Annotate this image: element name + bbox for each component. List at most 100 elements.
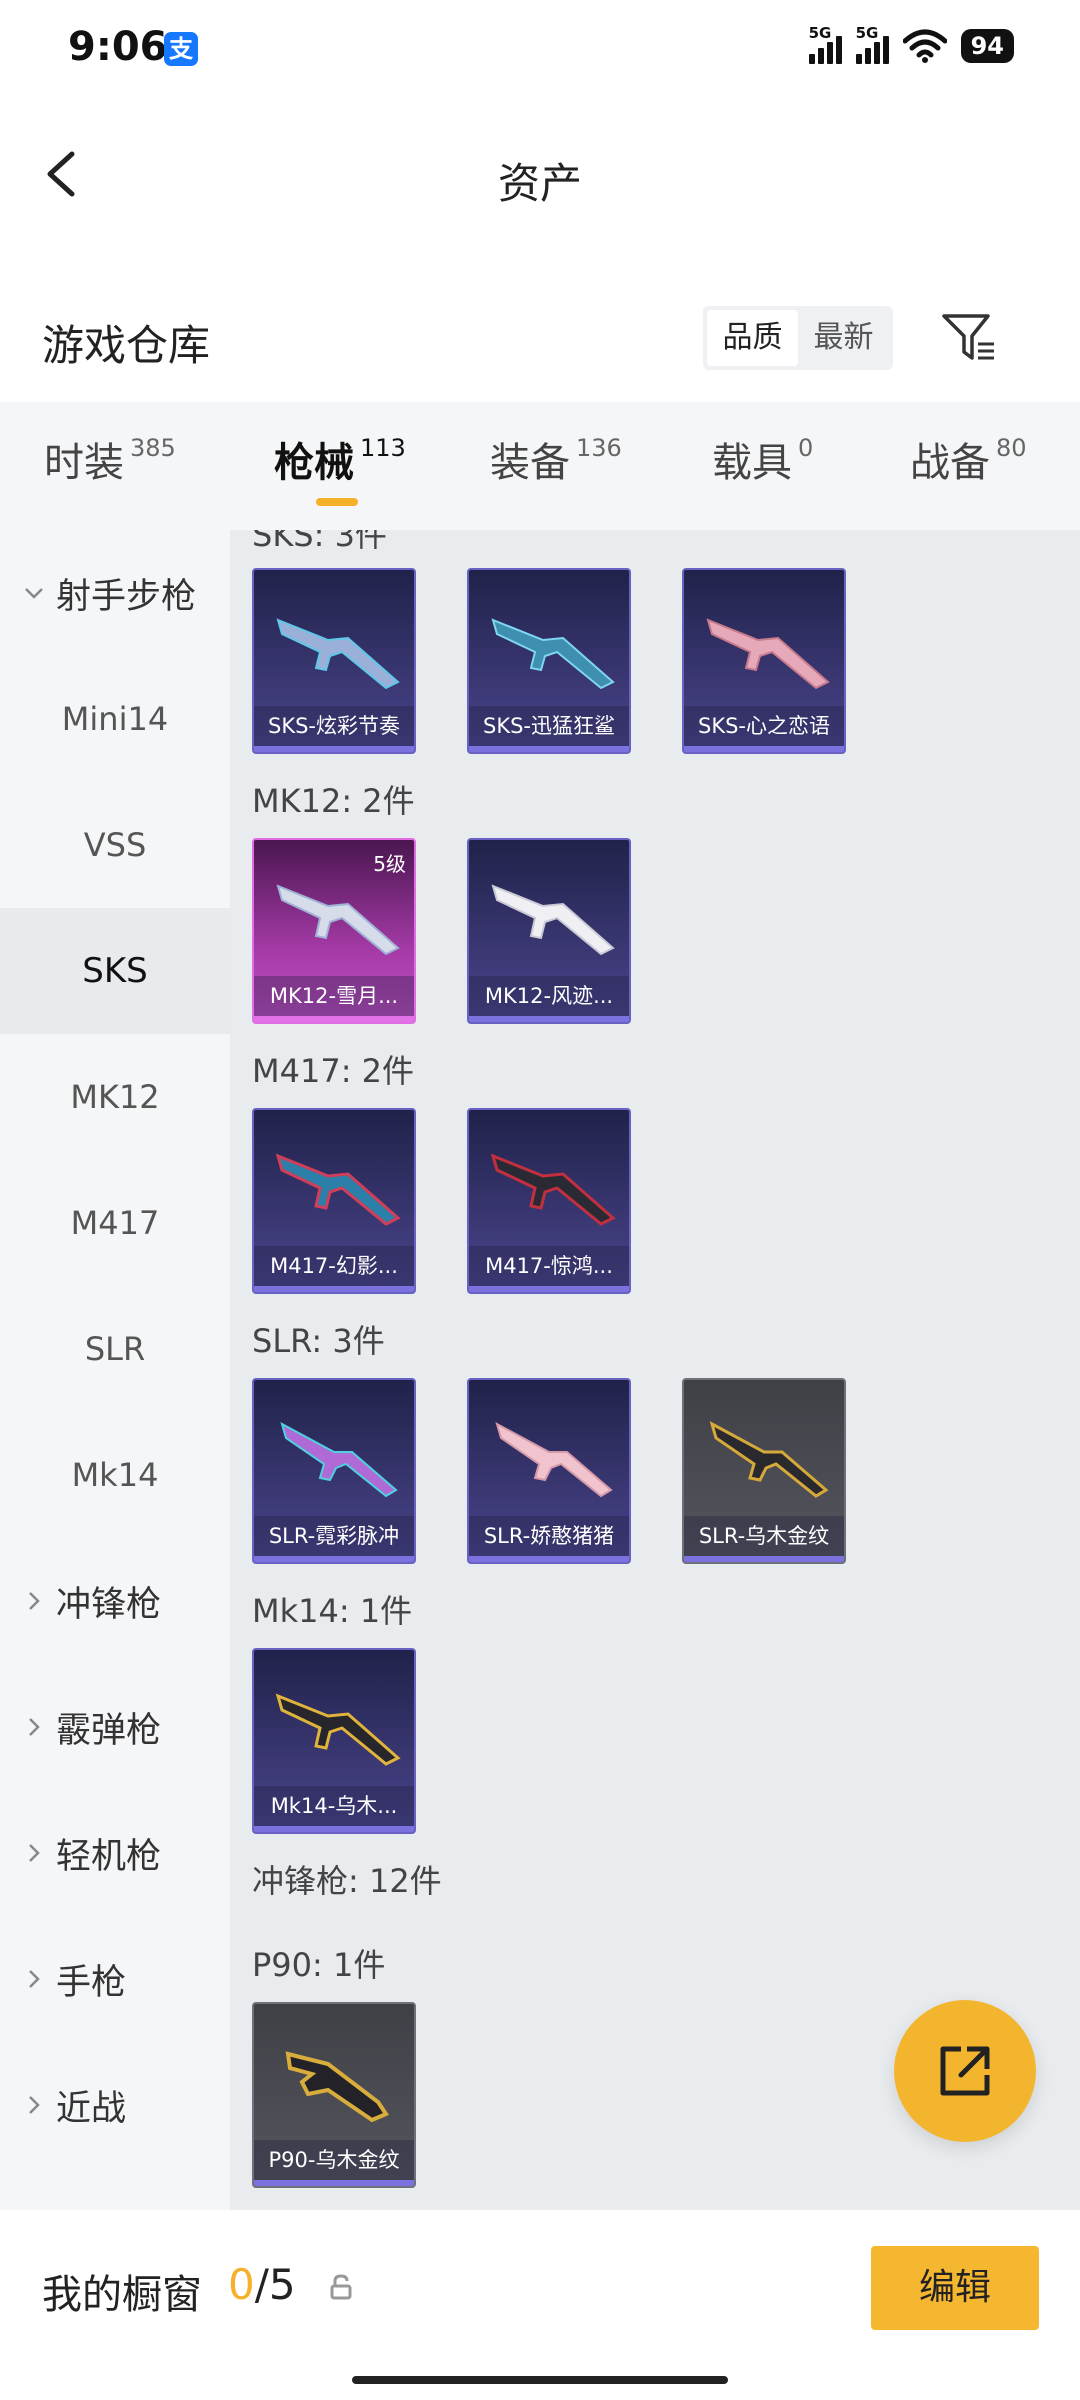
sidebar-item-label: 近战 xyxy=(56,2088,127,2129)
tab-firearms[interactable]: 枪械 113 xyxy=(274,430,406,488)
item-name: Mk14-乌木... xyxy=(254,1786,414,1826)
rifle-icon xyxy=(495,1421,613,1498)
chevron-right-icon xyxy=(29,1844,40,1862)
item-name: SKS-迅猛狂鲨 xyxy=(469,706,629,746)
battery-indicator: 94 xyxy=(960,29,1014,63)
rifle-icon xyxy=(280,1421,398,1498)
item-card[interactable]: SLR-霓彩脉冲 xyxy=(252,1378,416,1564)
showcase-current: 0 xyxy=(228,2260,255,2309)
rifle-icon xyxy=(275,1693,401,1766)
edit-button[interactable]: 编辑 xyxy=(871,2246,1039,2330)
chevron-right-icon xyxy=(29,2096,40,2114)
tab-count: 0 xyxy=(798,434,814,462)
tab-label: 枪械 xyxy=(274,440,354,486)
showcase-count: 0/5 xyxy=(228,2260,296,2309)
sidebar-item-slr[interactable]: SLR xyxy=(0,1286,230,1412)
item-card[interactable]: SLR-娇憨猪猪 xyxy=(467,1378,631,1564)
item-card[interactable]: SLR-乌木金纹 xyxy=(682,1378,846,1564)
page-title: 资产 xyxy=(497,159,582,208)
item-card[interactable]: M417-幻影... xyxy=(252,1108,416,1294)
item-card[interactable]: SKS-炫彩节奏 xyxy=(252,568,416,754)
signal-icon-2: 5G xyxy=(855,24,889,64)
item-name: M417-惊鸿... xyxy=(469,1246,629,1286)
item-name: SKS-心之恋语 xyxy=(684,706,844,746)
share-out-button[interactable] xyxy=(894,2000,1036,2142)
warehouse-header: 游戏仓库 品质 最新 xyxy=(0,280,1080,400)
item-name: SLR-霓彩脉冲 xyxy=(254,1516,414,1556)
rifle-icon xyxy=(490,1153,616,1226)
sidebar-category-lmg[interactable]: 轻机枪 xyxy=(0,1790,230,1916)
tab-label: 载具 xyxy=(712,440,792,486)
tab-supplies[interactable]: 战备 80 xyxy=(910,430,1027,488)
tab-label: 时装 xyxy=(44,440,124,486)
rifle-icon xyxy=(706,618,830,690)
filter-icon[interactable] xyxy=(940,310,996,366)
sidebar-item-mk14[interactable]: Mk14 xyxy=(0,1412,230,1538)
status-indicators: 5G 5G 94 xyxy=(808,24,1014,68)
chevron-right-icon xyxy=(29,1718,40,1736)
chevron-right-icon xyxy=(29,1592,40,1610)
sidebar-item-label: 射手步枪 xyxy=(56,576,197,617)
rifle-icon xyxy=(491,884,615,956)
weapon-grid[interactable]: SKS: 3件 SKS-炫彩节奏 SKS-迅猛狂鲨 SKS-心之恋语 MK12:… xyxy=(230,530,1080,2210)
tab-fashion[interactable]: 时装 385 xyxy=(44,430,176,488)
sidebar-item-sks[interactable]: SKS xyxy=(0,908,230,1034)
tab-count: 136 xyxy=(576,434,622,462)
alipay-icon: 支 xyxy=(164,32,198,66)
group-label-smg: 冲锋枪: 12件 xyxy=(252,1862,442,1900)
group-label-sks: SKS: 3件 xyxy=(252,530,387,554)
sort-newest-button[interactable]: 最新 xyxy=(798,310,889,366)
sort-toggle: 品质 最新 xyxy=(703,306,893,370)
item-name: P90-乌木金纹 xyxy=(254,2140,414,2180)
item-name: MK12-风迹... xyxy=(469,976,629,1016)
item-card[interactable]: Mk14-乌木... xyxy=(252,1648,416,1834)
item-card[interactable]: M417-惊鸿... xyxy=(467,1108,631,1294)
group-label-slr: SLR: 3件 xyxy=(252,1322,385,1360)
sidebar-category-smg[interactable]: 冲锋枪 xyxy=(0,1538,230,1664)
rifle-icon xyxy=(276,884,400,956)
tab-vehicles[interactable]: 载具 0 xyxy=(712,430,813,488)
weapon-type-sidebar: 射手步枪 Mini14 VSS SKS MK12 M417 SLR Mk14 冲… xyxy=(0,530,230,2210)
sidebar-category-melee[interactable]: 近战 xyxy=(0,2042,230,2168)
signal-icon: 5G xyxy=(808,24,842,64)
sidebar-item-mini14[interactable]: Mini14 xyxy=(0,656,230,782)
sidebar-item-label: 手枪 xyxy=(56,1962,127,2003)
status-bar: 9:06 支 5G 5G 94 xyxy=(0,0,1080,100)
item-card[interactable]: MK12-风迹... xyxy=(467,838,631,1024)
home-indicator[interactable] xyxy=(352,2376,728,2384)
item-card[interactable]: P90-乌木金纹 xyxy=(252,2002,416,2188)
sidebar-item-label: 轻机枪 xyxy=(56,1836,162,1877)
sidebar-item-mk12[interactable]: MK12 xyxy=(0,1034,230,1160)
active-tab-indicator xyxy=(316,498,358,506)
item-name: M417-幻影... xyxy=(254,1246,414,1286)
sidebar-item-vss[interactable]: VSS xyxy=(0,782,230,908)
item-card[interactable]: SKS-心之恋语 xyxy=(682,568,846,754)
sidebar-category-shotgun[interactable]: 霰弹枪 xyxy=(0,1664,230,1790)
sort-quality-button[interactable]: 品质 xyxy=(707,310,798,366)
sidebar-item-label: 冲锋枪 xyxy=(56,1584,162,1625)
signal-type-2: 5G xyxy=(855,24,879,42)
group-label-mk12: MK12: 2件 xyxy=(252,782,415,820)
sidebar-category-marksman-rifles[interactable]: 射手步枪 xyxy=(0,530,230,656)
sidebar-category-pistol[interactable]: 手枪 xyxy=(0,1916,230,2042)
rifle-icon xyxy=(275,1153,401,1226)
sidebar-item-m417[interactable]: M417 xyxy=(0,1160,230,1286)
wifi-icon xyxy=(902,29,947,63)
item-card[interactable]: SKS-迅猛狂鲨 xyxy=(467,568,631,754)
tab-equipment[interactable]: 装备 136 xyxy=(490,430,622,488)
tab-count: 80 xyxy=(996,434,1027,462)
item-name: SLR-娇憨猪猪 xyxy=(469,1516,629,1556)
signal-type-1: 5G xyxy=(808,24,832,42)
showcase-max: 5 xyxy=(268,2260,296,2309)
rifle-icon xyxy=(276,618,400,690)
tab-count: 113 xyxy=(360,434,406,462)
sidebar-item-label: 霰弹枪 xyxy=(56,1710,162,1751)
category-tabs: 时装 385 枪械 113 装备 136 载具 0 战备 80 xyxy=(0,402,1080,530)
share-out-icon xyxy=(940,2046,990,2096)
group-label-p90: P90: 1件 xyxy=(252,1946,386,1984)
showcase-bar: 我的橱窗 0/5 编辑 xyxy=(0,2210,1080,2400)
group-label-m417: M417: 2件 xyxy=(252,1052,415,1090)
tab-label: 装备 xyxy=(490,440,570,486)
item-name: SKS-炫彩节奏 xyxy=(254,706,414,746)
item-card[interactable]: 5级 MK12-雪月... xyxy=(252,838,416,1024)
